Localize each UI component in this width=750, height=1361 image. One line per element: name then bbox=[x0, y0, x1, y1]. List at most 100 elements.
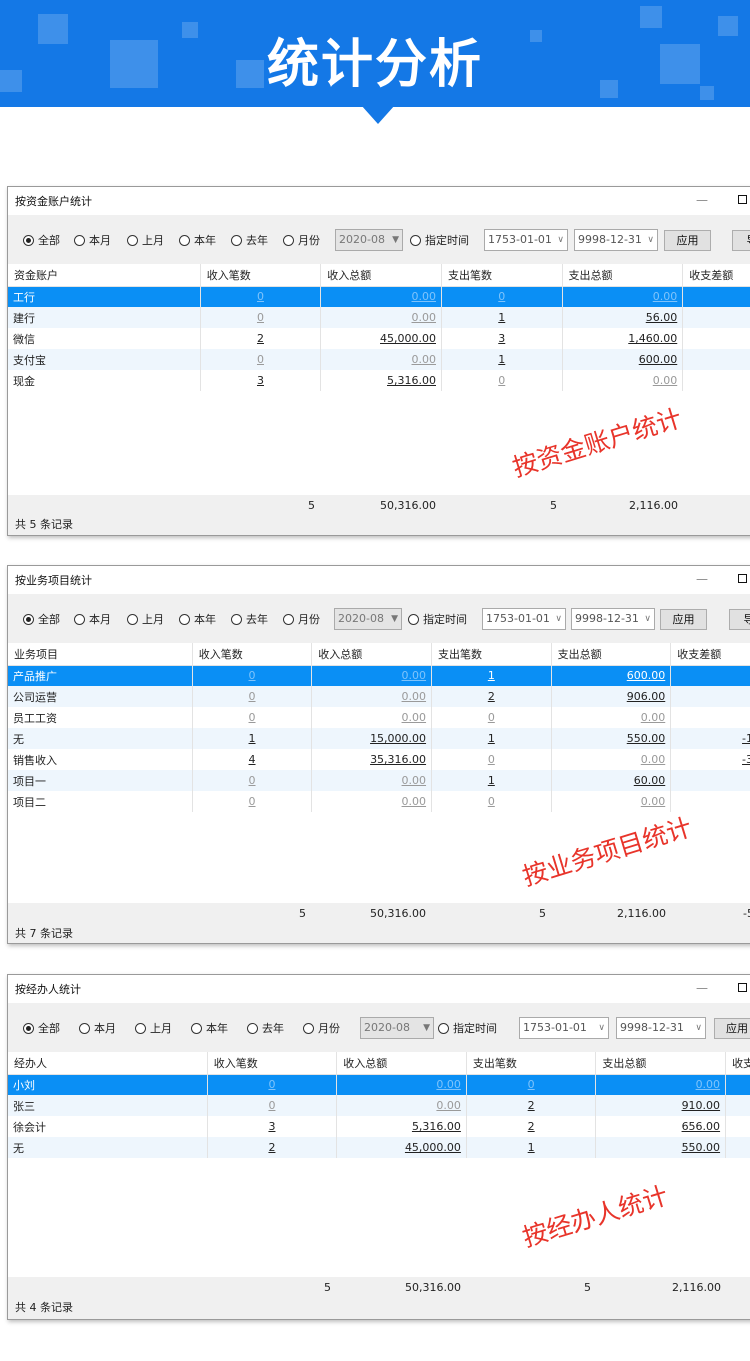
row-value-cell[interactable]: 2 bbox=[431, 686, 552, 707]
radio-button-icon[interactable] bbox=[438, 1022, 449, 1034]
row-value-cell[interactable] bbox=[682, 286, 750, 307]
row-value-cell[interactable]: 0.00 bbox=[311, 770, 433, 791]
row-value-cell[interactable]: 0.00 bbox=[562, 286, 684, 307]
value-link[interactable]: 0.00 bbox=[641, 711, 666, 724]
radio-month[interactable]: 月份 bbox=[303, 1020, 340, 1036]
row-value-cell[interactable]: 60.00 bbox=[551, 770, 672, 791]
row-value-cell[interactable]: 0 bbox=[431, 749, 552, 770]
value-link[interactable]: 1 bbox=[488, 774, 495, 787]
column-header[interactable]: 收入总额 bbox=[311, 643, 433, 666]
row-value-cell[interactable]: 550.00 bbox=[551, 728, 672, 749]
value-link[interactable]: 1 bbox=[498, 353, 505, 366]
row-value-cell[interactable]: 600.00 bbox=[551, 665, 672, 686]
date-to-picker[interactable]: 9998-12-31 ∨ bbox=[574, 229, 658, 251]
value-link[interactable]: 0.00 bbox=[402, 795, 427, 808]
value-link[interactable]: 910.00 bbox=[682, 1099, 721, 1112]
maximize-icon[interactable] bbox=[732, 570, 750, 588]
column-header[interactable]: 业务项目 bbox=[8, 643, 193, 666]
radio-month[interactable]: 月份 bbox=[283, 611, 320, 627]
row-value-cell[interactable]: 1 bbox=[441, 349, 563, 370]
row-value-cell[interactable]: 0 bbox=[207, 1074, 338, 1095]
table-row[interactable]: 公司运营 0 0.00 2 906.00- bbox=[8, 686, 750, 707]
radio-button-icon[interactable] bbox=[23, 1022, 34, 1034]
value-link[interactable]: 0.00 bbox=[641, 753, 666, 766]
row-value-cell[interactable]: 0 bbox=[466, 1074, 597, 1095]
table-row[interactable]: 微信 2 45,000.00 3 1,460.00 4 bbox=[8, 328, 750, 349]
radio-all[interactable]: 全部 bbox=[23, 611, 60, 627]
radio-button-icon[interactable] bbox=[179, 234, 190, 246]
value-link[interactable]: 0.00 bbox=[402, 690, 427, 703]
row-value-cell[interactable]: 45,000.00 bbox=[336, 1137, 467, 1158]
row-value-cell[interactable]: 35,316.00 bbox=[311, 749, 433, 770]
column-header[interactable]: 收支差额 bbox=[670, 643, 750, 666]
row-value-cell[interactable]: 0.00 bbox=[336, 1095, 467, 1116]
value-link[interactable]: 0 bbox=[249, 795, 256, 808]
date-from-picker[interactable]: 1753-01-01 ∨ bbox=[482, 608, 566, 630]
row-value-cell[interactable] bbox=[725, 1116, 750, 1137]
radio-button-icon[interactable] bbox=[191, 1022, 202, 1034]
value-link[interactable]: 0 bbox=[249, 774, 256, 787]
row-value-cell[interactable]: 1 bbox=[431, 728, 552, 749]
column-header[interactable]: 收入总额 bbox=[336, 1052, 467, 1075]
column-header[interactable]: 收支 bbox=[725, 1052, 750, 1075]
row-value-cell[interactable]: 0.00 bbox=[551, 707, 672, 728]
value-link[interactable]: 0.00 bbox=[402, 711, 427, 724]
row-value-cell[interactable]: 0.00 bbox=[336, 1074, 467, 1095]
table-row[interactable]: 无 2 45,000.00 1 550.00 bbox=[8, 1137, 750, 1158]
value-link[interactable]: 0.00 bbox=[412, 353, 437, 366]
value-link[interactable]: 0 bbox=[249, 711, 256, 724]
value-link[interactable]: 0.00 bbox=[412, 290, 437, 303]
table-row[interactable]: 建行 0 0.00 1 56.00 bbox=[8, 307, 750, 328]
row-value-cell[interactable] bbox=[725, 1095, 750, 1116]
row-value-cell[interactable]: 3 bbox=[200, 370, 322, 391]
table-row[interactable]: 工行 0 0.00 0 0.00 bbox=[8, 286, 750, 307]
value-link[interactable]: 1 bbox=[528, 1141, 535, 1154]
value-link[interactable]: 0 bbox=[528, 1078, 535, 1091]
value-link[interactable]: 0.00 bbox=[402, 669, 427, 682]
table-row[interactable]: 项目二 0 0.00 0 0.00 bbox=[8, 791, 750, 812]
value-link[interactable]: 550.00 bbox=[682, 1141, 721, 1154]
table-row[interactable]: 项目一 0 0.00 1 60.00 bbox=[8, 770, 750, 791]
export-button[interactable]: 导 bbox=[729, 609, 750, 630]
table-row[interactable]: 张三 0 0.00 2 910.00 bbox=[8, 1095, 750, 1116]
value-link[interactable]: 2 bbox=[488, 690, 495, 703]
radio-all[interactable]: 全部 bbox=[23, 232, 60, 248]
radio-custom-range[interactable]: 指定时间 bbox=[410, 232, 469, 248]
row-value-cell[interactable]: 1 bbox=[192, 728, 313, 749]
column-header[interactable]: 经办人 bbox=[8, 1052, 208, 1075]
value-link[interactable]: 0 bbox=[498, 290, 505, 303]
row-value-cell[interactable]: 0 bbox=[192, 665, 313, 686]
radio-this-year[interactable]: 本年 bbox=[191, 1020, 228, 1036]
row-value-cell[interactable] bbox=[682, 370, 750, 391]
row-value-cell[interactable]: 0.00 bbox=[562, 370, 684, 391]
table-row[interactable]: 产品推广 0 0.00 1 600.00- bbox=[8, 665, 750, 686]
value-link[interactable]: 3 bbox=[498, 332, 505, 345]
column-header[interactable]: 收入笔数 bbox=[207, 1052, 338, 1075]
value-link[interactable]: 45,000.00 bbox=[380, 332, 436, 345]
row-value-cell[interactable]: -15 bbox=[670, 728, 750, 749]
value-link[interactable]: 2 bbox=[257, 332, 264, 345]
radio-button-icon[interactable] bbox=[127, 234, 138, 246]
row-value-cell[interactable]: 1 bbox=[431, 665, 552, 686]
row-value-cell[interactable]: - bbox=[670, 665, 750, 686]
date-from-picker[interactable]: 1753-01-01 ∨ bbox=[484, 229, 568, 251]
month-select[interactable]: 2020-08 ▼ bbox=[335, 229, 403, 251]
row-value-cell[interactable] bbox=[725, 1074, 750, 1095]
table-row[interactable]: 支付宝 0 0.00 1 600.00 bbox=[8, 349, 750, 370]
row-value-cell[interactable]: 550.00 bbox=[595, 1137, 727, 1158]
radio-button-icon[interactable] bbox=[127, 613, 138, 625]
row-value-cell[interactable]: 0 bbox=[431, 707, 552, 728]
value-link[interactable]: 0 bbox=[488, 795, 495, 808]
value-link[interactable]: 2 bbox=[268, 1141, 275, 1154]
row-value-cell[interactable]: 1 bbox=[466, 1137, 597, 1158]
minimize-icon[interactable]: — bbox=[692, 191, 712, 209]
radio-last-month[interactable]: 上月 bbox=[127, 232, 164, 248]
minimize-icon[interactable]: — bbox=[692, 570, 712, 588]
row-value-cell[interactable]: 5,316.00 bbox=[320, 370, 442, 391]
row-value-cell[interactable] bbox=[670, 770, 750, 791]
value-link[interactable]: 1 bbox=[488, 732, 495, 745]
column-header[interactable]: 收入笔数 bbox=[192, 643, 313, 666]
row-value-cell[interactable]: 0.00 bbox=[551, 749, 672, 770]
value-link[interactable]: 0 bbox=[249, 669, 256, 682]
row-value-cell[interactable]: 4 bbox=[682, 328, 750, 349]
